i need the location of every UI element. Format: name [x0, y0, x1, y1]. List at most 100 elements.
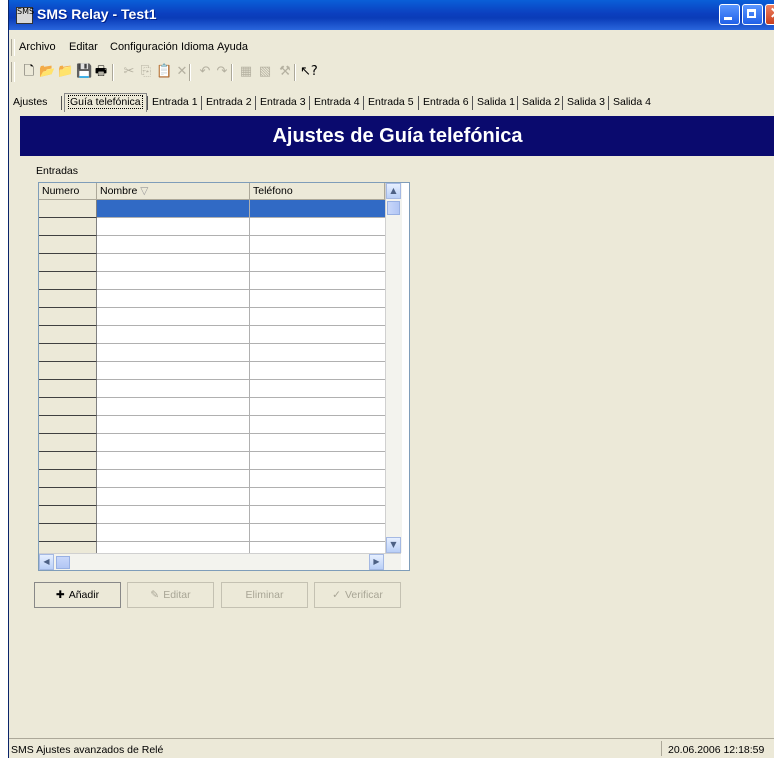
row-number-cell[interactable]: [39, 344, 97, 362]
table-row[interactable]: [39, 524, 385, 542]
phone-cell[interactable]: [250, 398, 385, 416]
tab-entrada-4[interactable]: Entrada 4: [312, 96, 362, 108]
table-row[interactable]: [39, 272, 385, 290]
name-cell[interactable]: [97, 416, 250, 434]
column-header-telefono[interactable]: Teléfono: [250, 183, 385, 200]
table-row[interactable]: [39, 362, 385, 380]
table-row[interactable]: [39, 434, 385, 452]
scroll-right-icon[interactable]: ▶: [369, 554, 384, 570]
phone-cell[interactable]: [250, 344, 385, 362]
tab-entrada-6[interactable]: Entrada 6: [421, 96, 471, 108]
table-row[interactable]: [39, 416, 385, 434]
vertical-scrollbar[interactable]: ▲ ▼: [385, 183, 402, 553]
phone-cell[interactable]: [250, 362, 385, 380]
help-pointer-icon[interactable]: ↖?: [300, 64, 318, 80]
scroll-left-icon[interactable]: ◀: [39, 554, 54, 570]
phone-cell[interactable]: [250, 488, 385, 506]
table-row[interactable]: [39, 218, 385, 236]
phone-cell[interactable]: [250, 416, 385, 434]
row-number-cell[interactable]: [39, 308, 97, 326]
column-header-nombre[interactable]: Nombre ▽: [97, 183, 250, 200]
phone-cell[interactable]: [250, 326, 385, 344]
phone-cell[interactable]: [250, 308, 385, 326]
tab-entrada-1[interactable]: Entrada 1: [150, 96, 200, 108]
name-cell[interactable]: [97, 326, 250, 344]
name-cell[interactable]: [97, 200, 250, 218]
row-number-cell[interactable]: [39, 470, 97, 488]
phone-cell[interactable]: [250, 380, 385, 398]
name-cell[interactable]: [97, 452, 250, 470]
maximize-button[interactable]: [742, 4, 763, 25]
row-number-cell[interactable]: [39, 272, 97, 290]
row-number-cell[interactable]: [39, 416, 97, 434]
phone-cell[interactable]: [250, 218, 385, 236]
phone-cell[interactable]: [250, 470, 385, 488]
phonebook-grid[interactable]: Numero Nombre ▽ Teléfono ▲ ▼ ◀ ▶: [38, 182, 410, 571]
phone-cell[interactable]: [250, 506, 385, 524]
name-cell[interactable]: [97, 290, 250, 308]
table-row[interactable]: [39, 470, 385, 488]
name-cell[interactable]: [97, 398, 250, 416]
tab-guia-telefonica[interactable]: Guía telefónica: [64, 93, 147, 112]
table-row[interactable]: [39, 488, 385, 506]
toolbar-grip[interactable]: [11, 62, 15, 82]
app-icon[interactable]: SMS: [16, 7, 34, 24]
phone-cell[interactable]: [250, 236, 385, 254]
horizontal-scrollbar[interactable]: ◀ ▶: [39, 553, 401, 570]
row-number-cell[interactable]: [39, 488, 97, 506]
phone-cell[interactable]: [250, 524, 385, 542]
tab-entrada-2[interactable]: Entrada 2: [204, 96, 254, 108]
row-number-cell[interactable]: [39, 380, 97, 398]
vertical-scroll-thumb[interactable]: [387, 201, 400, 215]
new-file-icon[interactable]: 🗋: [21, 64, 37, 80]
name-cell[interactable]: [97, 434, 250, 452]
menu-idioma[interactable]: Idioma: [181, 41, 214, 53]
table-row[interactable]: [39, 200, 385, 218]
close-button[interactable]: [765, 3, 774, 25]
row-number-cell[interactable]: [39, 398, 97, 416]
row-number-cell[interactable]: [39, 362, 97, 380]
tab-salida-1[interactable]: Salida 1: [475, 96, 517, 108]
print-icon[interactable]: 🖶: [93, 64, 109, 80]
menu-configuracion[interactable]: Configuración: [110, 41, 178, 53]
open-folder-icon[interactable]: 📂: [39, 64, 55, 80]
phone-cell[interactable]: [250, 290, 385, 308]
name-cell[interactable]: [97, 254, 250, 272]
row-number-cell[interactable]: [39, 200, 97, 218]
name-cell[interactable]: [97, 470, 250, 488]
minimize-button[interactable]: [719, 4, 740, 25]
row-number-cell[interactable]: [39, 506, 97, 524]
row-number-cell[interactable]: [39, 326, 97, 344]
name-cell[interactable]: [97, 506, 250, 524]
tab-entrada-3[interactable]: Entrada 3: [258, 96, 308, 108]
table-row[interactable]: [39, 506, 385, 524]
row-number-cell[interactable]: [39, 524, 97, 542]
row-number-cell[interactable]: [39, 452, 97, 470]
phone-cell[interactable]: [250, 452, 385, 470]
tab-ajustes[interactable]: Ajustes: [11, 96, 49, 108]
row-number-cell[interactable]: [39, 290, 97, 308]
name-cell[interactable]: [97, 272, 250, 290]
table-row[interactable]: [39, 380, 385, 398]
scroll-up-icon[interactable]: ▲: [386, 183, 401, 199]
menu-editar[interactable]: Editar: [69, 41, 98, 53]
column-header-numero[interactable]: Numero: [39, 183, 97, 200]
tab-entrada-5[interactable]: Entrada 5: [366, 96, 416, 108]
table-row[interactable]: [39, 452, 385, 470]
row-number-cell[interactable]: [39, 434, 97, 452]
table-row[interactable]: [39, 398, 385, 416]
tab-salida-4[interactable]: Salida 4: [611, 96, 653, 108]
phone-cell[interactable]: [250, 272, 385, 290]
save-icon[interactable]: 💾: [76, 64, 92, 80]
phone-cell[interactable]: [250, 200, 385, 218]
table-row[interactable]: [39, 344, 385, 362]
table-row[interactable]: [39, 308, 385, 326]
tab-salida-2[interactable]: Salida 2: [520, 96, 562, 108]
table-row[interactable]: [39, 236, 385, 254]
name-cell[interactable]: [97, 308, 250, 326]
menu-archivo[interactable]: Archivo: [19, 41, 56, 53]
table-row[interactable]: [39, 254, 385, 272]
tab-salida-3[interactable]: Salida 3: [565, 96, 607, 108]
horizontal-scroll-thumb[interactable]: [56, 556, 70, 569]
row-number-cell[interactable]: [39, 218, 97, 236]
